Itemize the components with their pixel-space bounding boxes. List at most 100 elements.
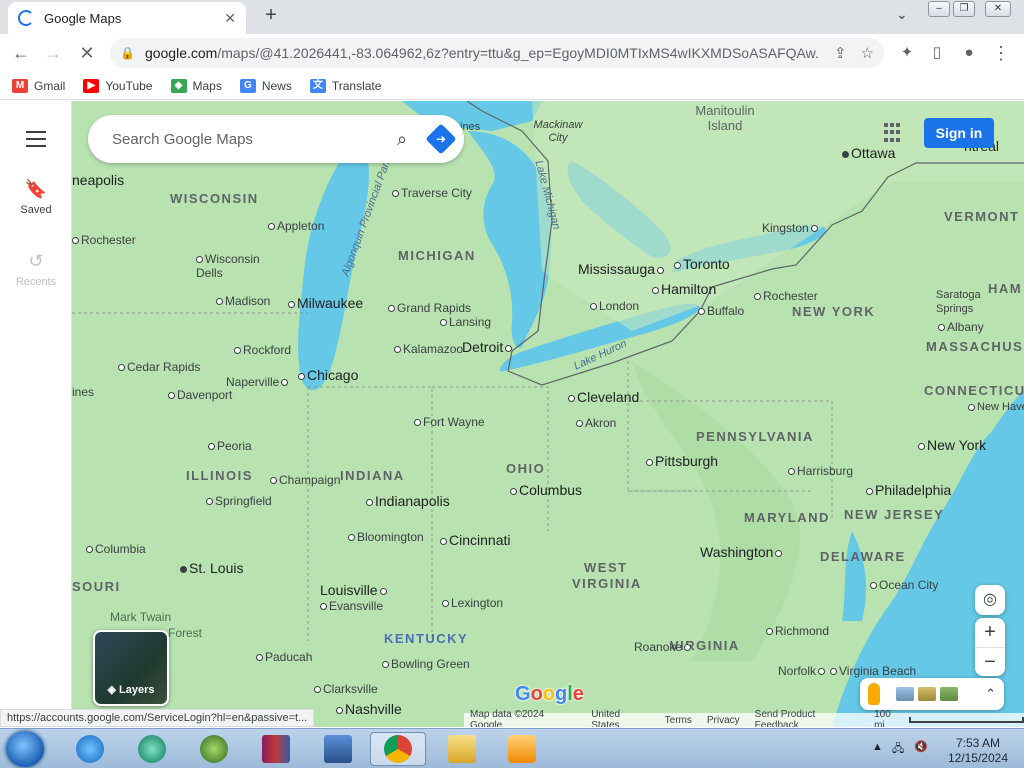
hamburger-menu-icon[interactable] [26, 131, 46, 152]
city-ocean-city[interactable]: Ocean City [870, 578, 938, 592]
layers-button[interactable]: ◈ Layers [93, 630, 169, 706]
taskbar-media-player[interactable] [494, 732, 550, 766]
my-location-button[interactable]: ◎ [975, 585, 1005, 615]
city-london[interactable]: London [590, 299, 639, 313]
city-chicago[interactable]: Chicago [298, 367, 358, 383]
city-cedar-rapids[interactable]: Cedar Rapids [118, 360, 200, 374]
zoom-out-button[interactable]: − [975, 648, 1005, 677]
city-pittsburgh[interactable]: Pittsburgh [646, 453, 718, 469]
city-detroit[interactable]: Detroit [462, 339, 514, 355]
city-harrisburg[interactable]: Harrisburg [788, 464, 853, 478]
city-clarksville[interactable]: Clarksville [314, 682, 378, 696]
city-naperville[interactable]: Naperville [226, 375, 290, 389]
city-bowling-green[interactable]: Bowling Green [382, 657, 470, 671]
close-tab-icon[interactable]: ✕ [224, 10, 236, 27]
city-fort-wayne[interactable]: Fort Wayne [414, 415, 485, 429]
profile-avatar-icon[interactable]: ● [958, 42, 980, 64]
city-des-moines-partial[interactable]: ines [72, 385, 94, 399]
city-ottawa[interactable]: Ottawa [842, 145, 895, 161]
bookmark-youtube[interactable]: ▶ YouTube [83, 78, 153, 93]
taskbar-app-2[interactable] [124, 732, 180, 766]
bookmark-translate[interactable]: 文 Translate [309, 78, 381, 93]
city-madison[interactable]: Madison [216, 294, 270, 308]
city-appleton[interactable]: Appleton [268, 219, 324, 233]
volume-muted-icon[interactable]: 🔇 [914, 740, 928, 753]
imagery-thumb-1[interactable] [896, 687, 914, 701]
taskbar-app-5[interactable] [310, 732, 366, 766]
bookmark-star-icon[interactable]: ☆ [861, 44, 874, 62]
city-cleveland[interactable]: Cleveland [568, 389, 639, 405]
city-columbus[interactable]: Columbus [510, 482, 582, 498]
city-st-louis[interactable]: St. Louis [180, 560, 243, 576]
city-new-haven[interactable]: New Haven [968, 401, 1024, 413]
city-hamilton[interactable]: Hamilton [652, 281, 716, 297]
stop-loading-icon[interactable]: ✕ [76, 42, 98, 64]
recents-button[interactable]: ↺ Recents [0, 251, 72, 288]
forward-arrow-icon[interactable]: → [42, 42, 64, 64]
sign-in-button[interactable]: Sign in [924, 118, 994, 148]
side-panel-icon[interactable]: ▯ [926, 42, 948, 64]
taskbar-winrar[interactable] [248, 732, 304, 766]
city-richmond[interactable]: Richmond [766, 624, 829, 638]
city-louisville[interactable]: Louisville [320, 582, 389, 598]
city-columbia[interactable]: Columbia [86, 542, 146, 556]
city-cincinnati[interactable]: Cincinnati [440, 532, 510, 548]
lock-icon[interactable]: 🔒 [120, 46, 135, 60]
city-evansville[interactable]: Evansville [320, 599, 383, 613]
city-lexington[interactable]: Lexington [442, 596, 503, 610]
city-kalamazoo[interactable]: Kalamazoo [394, 342, 463, 356]
close-window-button[interactable]: ✕ [985, 1, 1011, 17]
city-lansing[interactable]: Lansing [440, 315, 491, 329]
url-text[interactable]: google.com/maps/@41.2026441,-83.064962,6… [145, 45, 820, 61]
google-apps-grid-icon[interactable] [884, 123, 904, 143]
city-norfolk[interactable]: Norfolk [778, 664, 827, 678]
start-button[interactable] [6, 731, 44, 767]
zoom-in-button[interactable]: + [975, 618, 1005, 647]
city-saratoga-springs[interactable]: Saratoga Springs [936, 288, 996, 316]
city-peoria[interactable]: Peoria [208, 439, 252, 453]
restore-button[interactable]: ❐ [953, 1, 975, 17]
city-new-york[interactable]: New York [918, 437, 986, 453]
bookmark-maps[interactable]: ◆ Maps [170, 78, 222, 93]
city-bloomington[interactable]: Bloomington [348, 530, 424, 544]
city-akron[interactable]: Akron [576, 416, 616, 430]
taskbar-chrome[interactable] [370, 732, 426, 766]
city-milwaukee[interactable]: Milwaukee [288, 295, 363, 311]
pegman-icon[interactable] [868, 683, 880, 705]
city-rockford[interactable]: Rockford [234, 343, 291, 357]
city-rochester-ny[interactable]: Rochester [754, 289, 818, 303]
tray-expand-icon[interactable]: ▲ [872, 741, 883, 753]
imagery-thumb-3[interactable] [940, 687, 958, 701]
city-toronto[interactable]: Toronto [674, 256, 730, 272]
back-arrow-icon[interactable]: ← [10, 42, 32, 64]
browser-menu-icon[interactable]: ⋮ [990, 42, 1012, 64]
minimize-button[interactable]: – [928, 1, 950, 17]
city-virginia-beach[interactable]: Virginia Beach [830, 664, 916, 678]
city-albany[interactable]: Albany [938, 320, 984, 334]
imagery-thumb-2[interactable] [918, 687, 936, 701]
city-mississauga[interactable]: Mississauga [578, 261, 666, 277]
feedback-link[interactable]: Send Product Feedback [755, 709, 859, 727]
city-traverse-city[interactable]: Traverse City [392, 186, 472, 200]
city-kingston[interactable]: Kingston [762, 221, 820, 235]
address-bar[interactable]: 🔒 google.com/maps/@41.2026441,-83.064962… [110, 38, 884, 68]
bookmark-news[interactable]: G News [239, 78, 292, 93]
search-icon[interactable]: ⌕ [384, 129, 420, 150]
city-grand-rapids[interactable]: Grand Rapids [388, 301, 471, 315]
city-springfield[interactable]: Springfield [206, 494, 272, 508]
city-wisconsin-dells[interactable]: Wisconsin Dells [196, 252, 266, 280]
map-canvas[interactable]: Algonquin Provincial Park Lake Michigan … [72, 101, 1024, 727]
directions-icon[interactable]: ➜ [425, 123, 457, 155]
city-nashville[interactable]: Nashville [336, 701, 402, 717]
city-buffalo[interactable]: Buffalo [698, 304, 744, 318]
taskbar-explorer[interactable] [434, 732, 490, 766]
tab-google-maps[interactable]: Google Maps ✕ [8, 2, 246, 34]
new-tab-button[interactable]: + [260, 4, 282, 27]
terms-link[interactable]: Terms [665, 715, 692, 726]
city-paducah[interactable]: Paducah [256, 650, 312, 664]
country-link[interactable]: United States [591, 709, 649, 727]
search-input[interactable]: Search Google Maps [112, 131, 384, 148]
bookmark-gmail[interactable]: M Gmail [12, 78, 65, 93]
scale-bar[interactable]: 100 mi [874, 709, 1024, 727]
saved-button[interactable]: 🔖 Saved [0, 179, 72, 216]
